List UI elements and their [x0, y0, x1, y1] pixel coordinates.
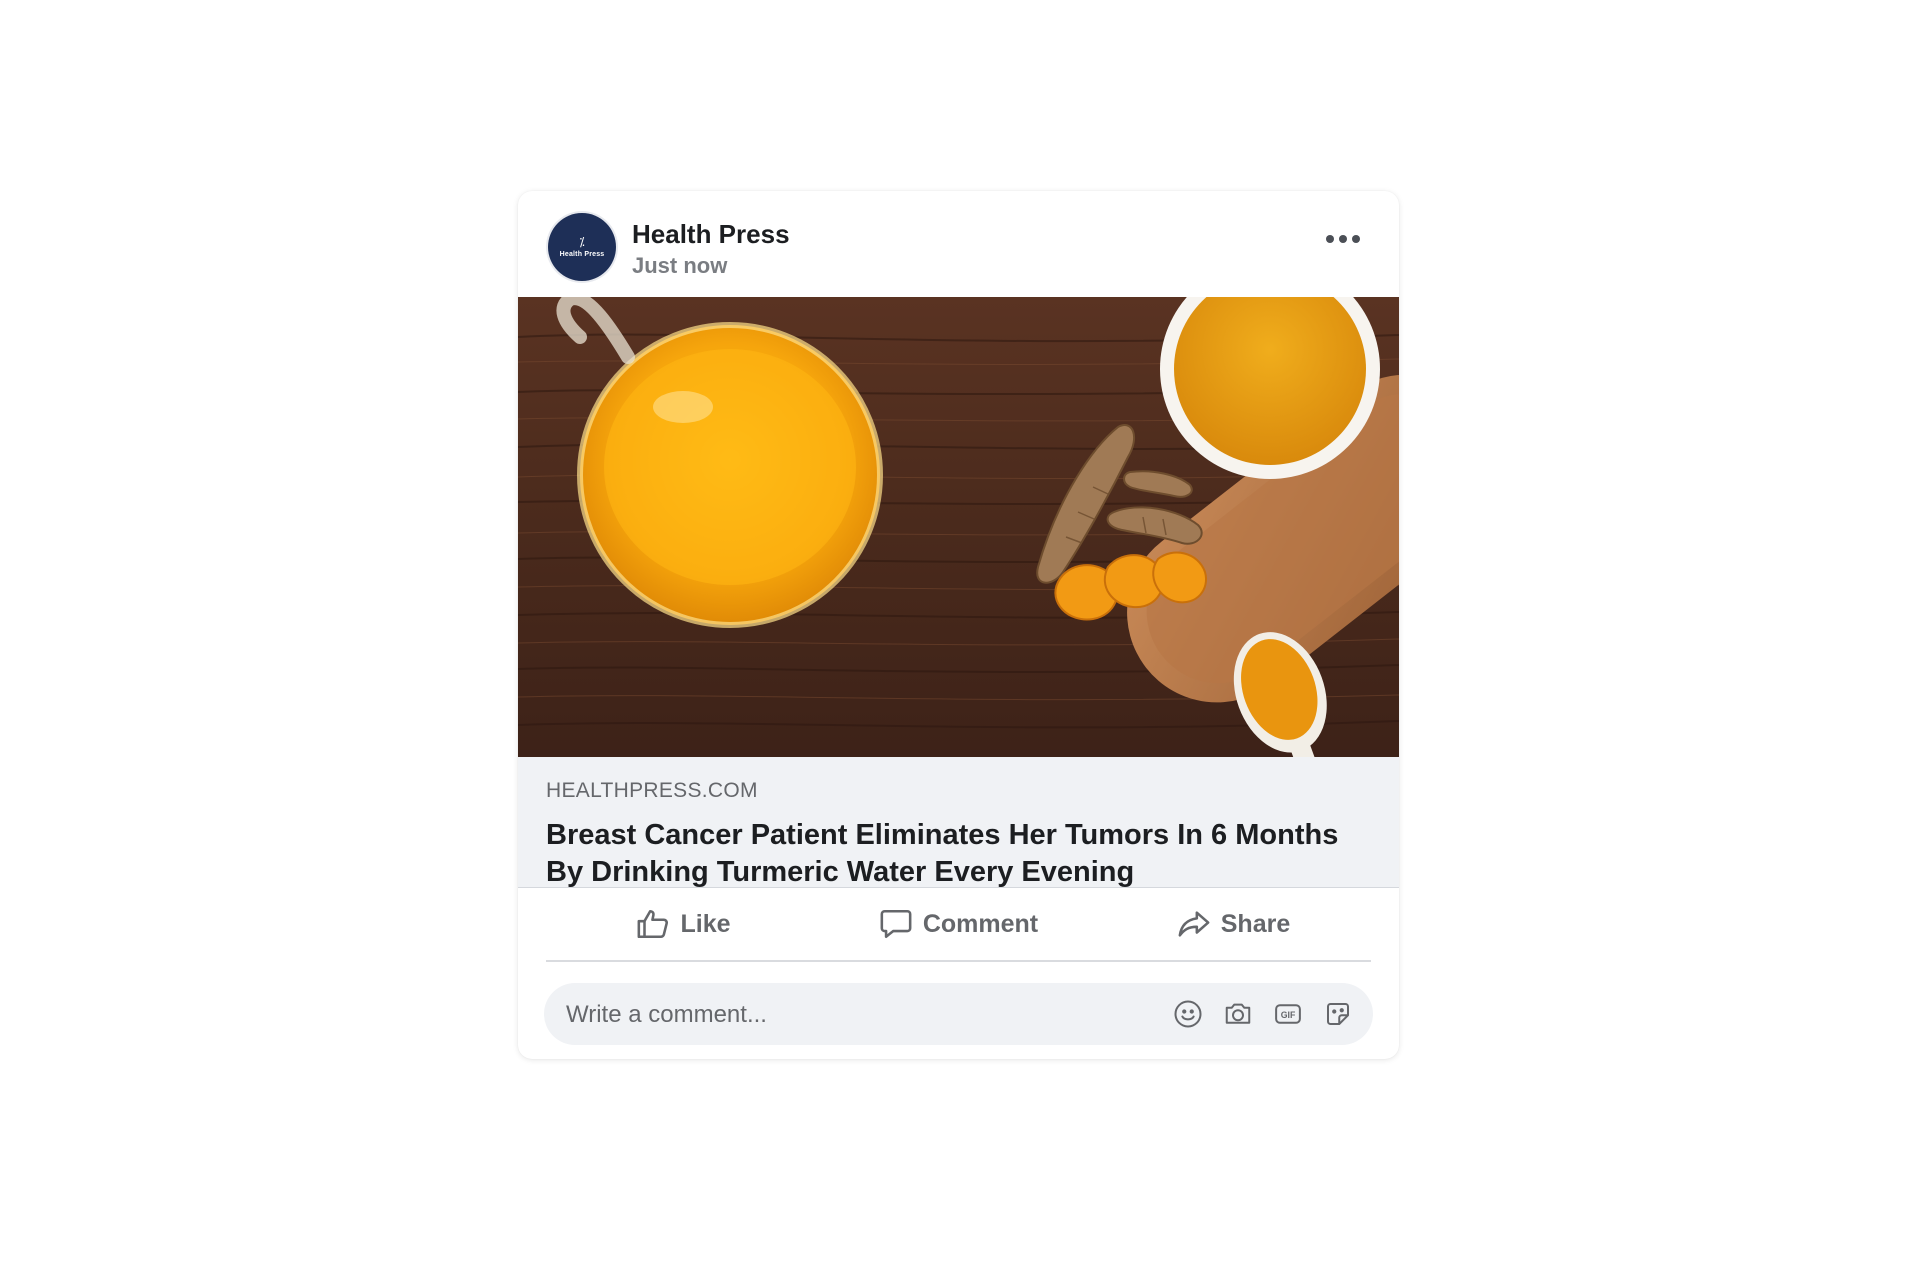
sticker-icon[interactable] — [1321, 997, 1355, 1031]
logo-mark: ⁒ — [579, 234, 585, 249]
post-actions: Like Comment Share — [546, 888, 1371, 962]
like-label: Like — [680, 909, 731, 938]
share-button[interactable]: Share — [1096, 888, 1371, 960]
camera-icon[interactable] — [1221, 997, 1255, 1031]
like-button[interactable]: Like — [546, 888, 821, 960]
post-header: ⁒ Health Press Health Press Just now — [518, 191, 1399, 297]
page-name[interactable]: Health Press — [632, 219, 790, 250]
dot-icon — [1326, 235, 1334, 243]
share-arrow-icon — [1177, 907, 1211, 941]
svg-text:GIF: GIF — [1281, 1010, 1296, 1020]
speech-bubble-icon — [879, 907, 913, 941]
link-domain: HEALTHPRESS.COM — [546, 779, 758, 802]
share-label: Share — [1220, 909, 1291, 938]
comment-tools: GIF — [1171, 997, 1355, 1031]
more-options-icon[interactable] — [1321, 225, 1365, 253]
comment-button[interactable]: Comment — [821, 888, 1096, 960]
link-preview-image[interactable] — [518, 297, 1399, 757]
dot-icon — [1352, 235, 1360, 243]
feed-post: ⁒ Health Press Health Press Just now HEA… — [518, 191, 1399, 1059]
comment-composer: GIF — [544, 983, 1373, 1047]
link-headline[interactable]: Breast Cancer Patient Eliminates Her Tum… — [546, 817, 1376, 891]
link-preview[interactable]: HEALTHPRESS.COM Breast Cancer Patient El… — [518, 757, 1399, 888]
comment-input[interactable] — [564, 983, 1128, 1047]
thumbs-up-icon — [636, 907, 670, 941]
emoji-icon[interactable] — [1171, 997, 1205, 1031]
avatar[interactable]: ⁒ Health Press — [548, 213, 616, 281]
post-timestamp[interactable]: Just now — [632, 253, 727, 279]
dot-icon — [1339, 235, 1347, 243]
logo-text: Health Press — [559, 250, 605, 258]
comment-label: Comment — [922, 909, 1039, 938]
gif-icon[interactable]: GIF — [1271, 997, 1305, 1031]
turmeric-water-photo — [518, 297, 1399, 757]
